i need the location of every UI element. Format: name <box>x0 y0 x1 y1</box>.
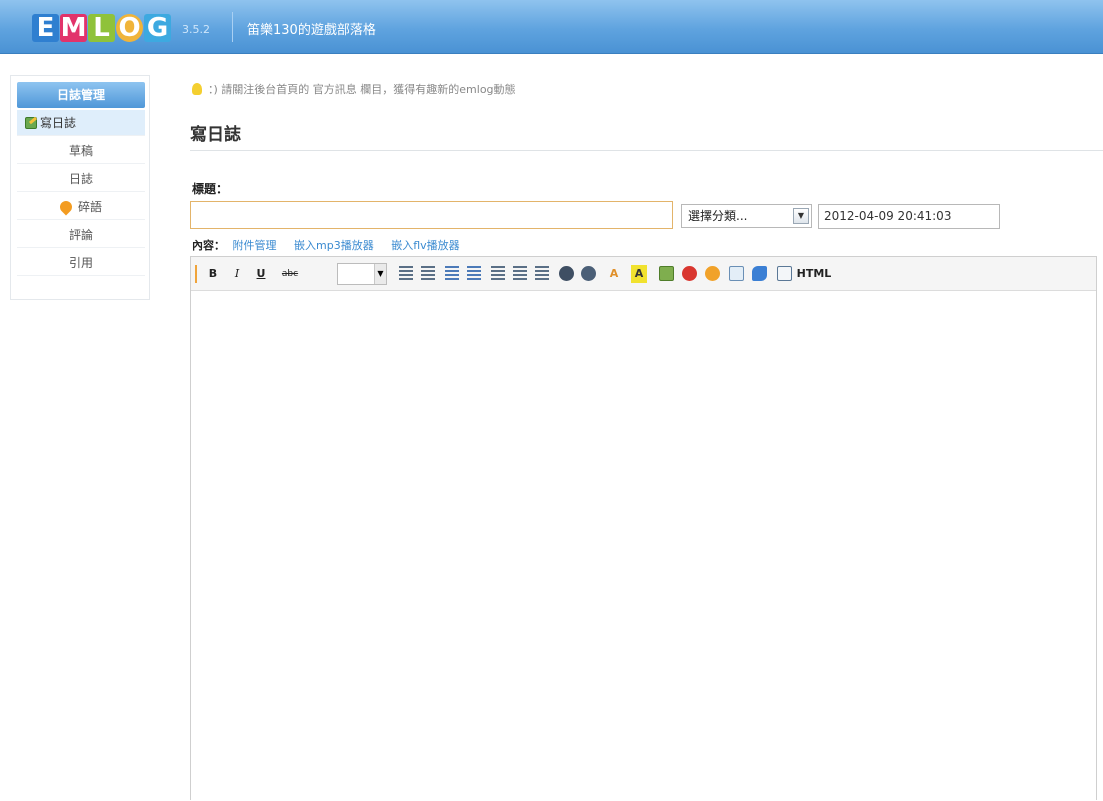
emlog-logo[interactable]: E M L O G <box>32 12 172 42</box>
sidebar-item-label: 評論 <box>68 228 93 242</box>
font-size-select[interactable]: ▼ <box>337 263 387 285</box>
unlink-icon[interactable] <box>581 266 596 281</box>
logo-letter-o: O <box>116 14 143 42</box>
unordered-list-icon[interactable] <box>399 266 413 281</box>
strikethrough-button[interactable]: abc <box>277 265 303 283</box>
italic-button[interactable]: I <box>229 265 245 283</box>
sidebar-item-twitter[interactable]: 碎語 <box>17 194 145 220</box>
align-right-icon[interactable] <box>535 266 549 281</box>
sidebar: 日誌管理 寫日誌 草稿 日誌 碎語 評論 引用 <box>10 75 150 300</box>
link-icon[interactable] <box>559 266 574 281</box>
ordered-list-icon[interactable] <box>421 266 435 281</box>
category-select[interactable]: 選擇分類... ▼ <box>681 204 812 228</box>
title-divider <box>190 150 1103 151</box>
version-label: 3.5.2 <box>182 23 210 36</box>
page-title: 寫日誌 <box>190 125 241 145</box>
logo-letter-l: L <box>88 14 115 42</box>
sidebar-item-posts[interactable]: 日誌 <box>17 166 145 192</box>
chevron-down-icon[interactable]: ▼ <box>793 208 809 224</box>
sidebar-item-label: 碎語 <box>77 200 102 214</box>
highlight-color-button[interactable]: A <box>631 265 647 283</box>
logo-letter-e: E <box>32 14 59 42</box>
logo-letter-g: G <box>144 14 171 42</box>
html-mode-button[interactable]: HTML <box>795 265 833 283</box>
sidebar-heading[interactable]: 日誌管理 <box>17 82 145 108</box>
rich-text-editor: B I U abc ▼ A A HTML <box>190 256 1097 801</box>
sidebar-item-label: 寫日誌 <box>40 116 77 130</box>
title-label: 標題： <box>192 182 229 196</box>
editor-toolbar: B I U abc ▼ A A HTML <box>191 257 1096 291</box>
insert-mp3-player-link[interactable]: 嵌入mp3播放器 <box>294 239 374 252</box>
emoticon-icon[interactable] <box>705 266 720 281</box>
edit-icon <box>25 117 37 129</box>
insert-flv-player-link[interactable]: 嵌入flv播放器 <box>391 239 459 252</box>
sidebar-item-label: 引用 <box>68 256 93 270</box>
bulb-icon <box>192 83 202 95</box>
table-icon[interactable] <box>729 266 744 281</box>
tip-message: ：) 請關注後台首頁的 官方訊息 欄目，獲得有趣新的emlog動態 <box>192 81 516 97</box>
sidebar-item-comments[interactable]: 評論 <box>17 222 145 248</box>
tip-text: ：) 請關注後台首頁的 官方訊息 欄目，獲得有趣新的emlog動態 <box>208 83 516 96</box>
sidebar-item-trackbacks[interactable]: 引用 <box>17 250 145 276</box>
editor-content-area[interactable] <box>191 291 1096 801</box>
align-left-icon[interactable] <box>491 266 505 281</box>
blog-name-link[interactable]: 笛樂130的遊戲部落格 <box>247 19 376 38</box>
font-color-button[interactable]: A <box>605 265 623 283</box>
sidebar-item-label: 草稿 <box>68 144 93 158</box>
category-select-value: 選擇分類... <box>688 209 748 223</box>
sidebar-item-label: 日誌 <box>68 172 93 186</box>
eraser-icon[interactable] <box>752 266 767 281</box>
chevron-down-icon[interactable]: ▼ <box>374 264 386 284</box>
source-icon[interactable] <box>777 266 792 281</box>
underline-button[interactable]: U <box>253 265 269 283</box>
outdent-icon[interactable] <box>445 266 459 281</box>
align-center-icon[interactable] <box>513 266 527 281</box>
content-label: 內容： <box>192 239 225 252</box>
header-divider <box>232 12 233 42</box>
bold-button[interactable]: B <box>205 265 221 283</box>
toolbar-grip <box>195 265 197 283</box>
sidebar-item-write-post[interactable]: 寫日誌 <box>17 110 145 136</box>
indent-icon[interactable] <box>467 266 481 281</box>
image-icon[interactable] <box>659 266 674 281</box>
title-input[interactable] <box>190 201 673 229</box>
sidebar-item-drafts[interactable]: 草稿 <box>17 138 145 164</box>
top-header: E M L O G 3.5.2 笛樂130的遊戲部落格 <box>0 0 1103 54</box>
content-row: 內容： 附件管理 嵌入mp3播放器 嵌入flv播放器 <box>192 237 474 253</box>
flash-icon[interactable] <box>682 266 697 281</box>
flame-icon <box>57 198 75 216</box>
date-input[interactable]: 2012-04-09 20:41:03 <box>818 204 1000 229</box>
logo-letter-m: M <box>60 13 87 43</box>
attachment-manager-link[interactable]: 附件管理 <box>233 239 277 252</box>
